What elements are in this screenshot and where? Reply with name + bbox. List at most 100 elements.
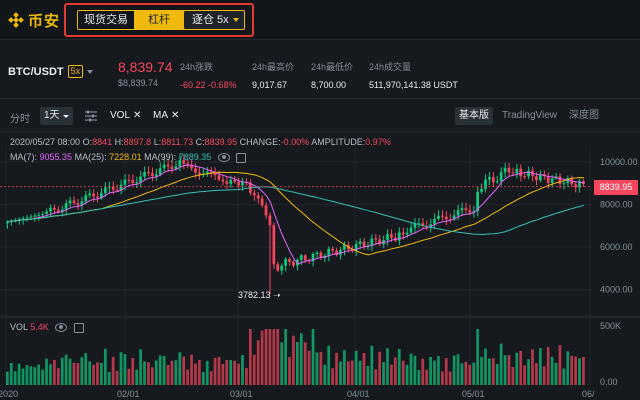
volume-bar: [205, 360, 209, 385]
volume-bar: [562, 368, 566, 385]
volume-bar: [245, 368, 248, 385]
view-depth-button[interactable]: 深度图: [565, 107, 603, 125]
chart-canvas[interactable]: 10000.00 8000.00 6000.00 4000.00 2020 02/01 03…: [0, 133, 640, 400]
high-label: H:: [114, 137, 124, 147]
volume-bar: [307, 350, 311, 385]
candle-body: [562, 183, 566, 185]
candle-body: [401, 232, 405, 235]
x-tick-label: 04/01: [347, 389, 370, 399]
volume-bar: [464, 361, 468, 385]
candle-body: [88, 193, 92, 196]
volume-value: 5.4K: [30, 322, 49, 332]
volume-bar: [170, 360, 174, 385]
candle-body: [25, 217, 29, 219]
volume-bar: [378, 351, 382, 385]
volume-bar: [288, 356, 291, 385]
view-basic-button[interactable]: 基本版: [455, 107, 493, 125]
volume-bar: [397, 348, 401, 385]
candlestick-chart[interactable]: 10000.00 8000.00 6000.00 4000.00 2020 02/01 03…: [0, 133, 640, 400]
volume-bar: [488, 358, 491, 385]
brand-name: 币安: [28, 12, 61, 30]
volume-bar: [280, 342, 284, 385]
eye-icon[interactable]: [217, 153, 230, 163]
close-icon[interactable]: ✕: [133, 110, 141, 121]
volume-bar: [441, 371, 444, 385]
volume-bar: [405, 364, 409, 385]
volume-bar: [472, 362, 476, 385]
volume-bar: [409, 353, 413, 385]
stat-24h-high: 24h最高价 9,017.67: [252, 60, 294, 90]
settings-icon[interactable]: [236, 152, 247, 163]
candle-body: [166, 164, 170, 167]
volume-bar: [550, 356, 554, 385]
volume-bar: [429, 356, 432, 385]
pair-selector[interactable]: BTC/USDT 5x: [8, 65, 94, 78]
volume-bar: [276, 329, 280, 385]
candle-body: [480, 188, 483, 192]
volume-bar: [13, 371, 17, 385]
tab-spot[interactable]: 现货交易: [78, 11, 134, 29]
candle-body: [331, 248, 334, 251]
candle-body: [76, 203, 80, 205]
volume-bar: [515, 352, 519, 385]
brand-logo[interactable]: 币安: [8, 10, 60, 30]
high-value: 8897.8: [123, 137, 152, 147]
indicator-chip-vol: VOL ✕: [110, 110, 141, 121]
candle-body: [460, 208, 464, 211]
settings-icon[interactable]: [73, 322, 84, 333]
volume-bar: [41, 369, 44, 385]
candle-body: [284, 259, 287, 266]
candle-body: [115, 189, 119, 191]
volume-bar: [115, 370, 119, 385]
change-value: -0.00%: [280, 137, 310, 147]
trade-mode-tabs: 现货交易 杠杆: [77, 10, 185, 30]
volume-bar: [303, 342, 307, 385]
volume-bar: [123, 353, 127, 385]
caret-down-icon: [62, 114, 69, 118]
stat-label: 24h涨跌: [180, 62, 214, 72]
low-annotation: 3782.13 ➝: [238, 290, 281, 300]
interval-select[interactable]: 1天: [40, 107, 73, 125]
candle-body: [256, 195, 260, 199]
candle-body: [299, 255, 303, 260]
volume-bar: [370, 345, 374, 385]
stat-label: 24h最高价: [252, 62, 295, 72]
candle-body: [33, 215, 37, 217]
pair-name: BTC/USDT: [8, 65, 64, 78]
isolated-margin-select[interactable]: 逐仓 5x: [183, 10, 245, 30]
volume-bar: [29, 366, 33, 385]
candle-body: [194, 168, 197, 173]
ma7-value: 9055.35: [39, 152, 73, 162]
margin-select-value: 逐仓 5x: [192, 14, 229, 26]
volume-bar: [546, 347, 550, 385]
time-sharing-button[interactable]: 分时: [10, 110, 30, 125]
volume-bar: [182, 356, 186, 385]
indicator-settings-icon[interactable]: [84, 109, 98, 123]
candle-body: [217, 175, 221, 180]
eye-icon[interactable]: [55, 323, 68, 333]
volume-bar: [366, 365, 370, 385]
current-price-tag: 8839.95: [594, 180, 638, 195]
candle-body: [303, 255, 307, 261]
x-tick-label: 2020: [0, 389, 18, 399]
volume-bar: [221, 363, 225, 385]
volume-bar: [484, 348, 487, 385]
candle-body: [499, 172, 503, 182]
candle-body: [96, 196, 99, 198]
stat-24h-volume: 24h成交量 511,970,141.38 USDT: [369, 60, 458, 90]
volume-bar: [198, 359, 201, 385]
candle-body: [41, 213, 44, 215]
volume-bar: [100, 363, 103, 385]
volume-bar: [495, 363, 499, 385]
candle-body: [535, 176, 538, 181]
candle-body: [84, 195, 88, 202]
volume-bar: [413, 355, 417, 385]
view-tradingview-button[interactable]: TradingView: [498, 107, 561, 125]
volume-bar: [103, 348, 107, 385]
close-icon[interactable]: ✕: [171, 110, 179, 121]
ohlc-info: 2020/05/27 08:00 O:8841 H:8897.8 L:8811.…: [10, 137, 391, 147]
candle-body: [272, 225, 276, 265]
candle-body: [292, 261, 295, 266]
volume-bar: [468, 364, 472, 385]
tab-margin[interactable]: 杠杆: [134, 11, 184, 29]
